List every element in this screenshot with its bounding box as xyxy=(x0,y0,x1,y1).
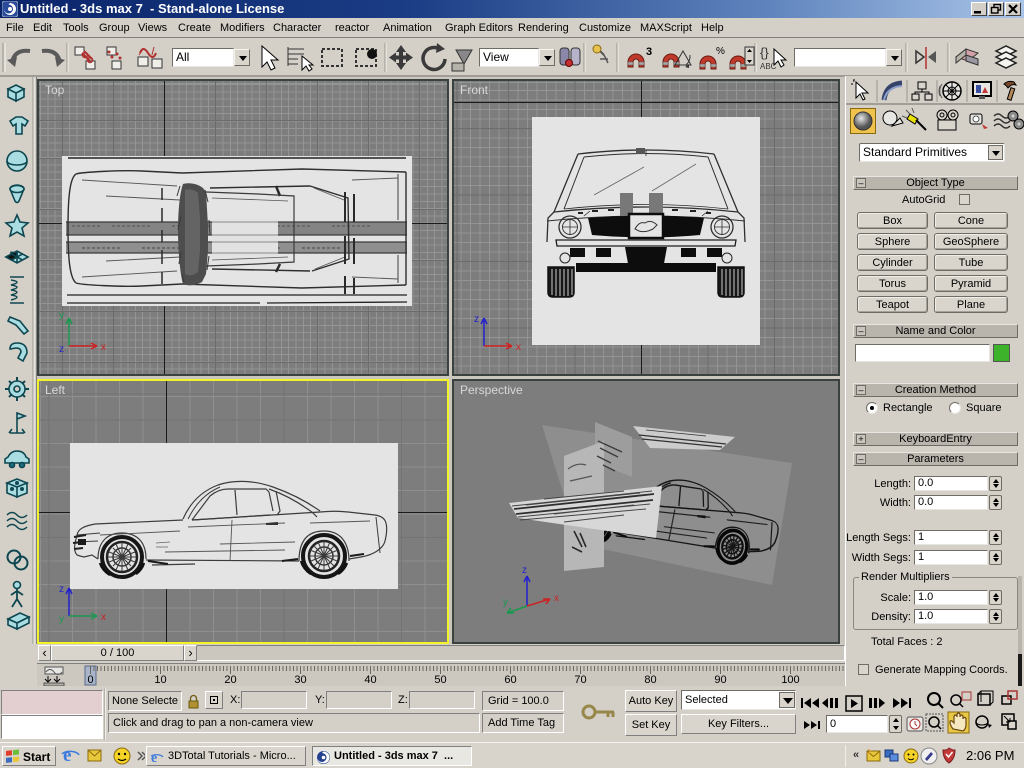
svg-text:z: z xyxy=(59,344,64,355)
svg-text:e: e xyxy=(63,745,71,766)
svg-text:z: z xyxy=(474,314,479,325)
svg-text:{}: {} xyxy=(760,45,769,60)
svg-text:y: y xyxy=(59,614,64,625)
svg-text:x: x xyxy=(516,342,521,353)
svg-text:z: z xyxy=(59,584,64,595)
svg-text:z: z xyxy=(522,565,527,576)
svg-text:x: x xyxy=(101,342,106,353)
svg-text:x: x xyxy=(101,612,106,623)
svg-text:ABC: ABC xyxy=(760,62,777,71)
svg-text:e: e xyxy=(151,751,157,765)
svg-text:x: x xyxy=(554,593,559,604)
svg-text:y: y xyxy=(503,597,508,608)
svg-text:3: 3 xyxy=(646,46,652,58)
svg-text:%: % xyxy=(716,46,725,57)
svg-text:y: y xyxy=(59,310,64,321)
